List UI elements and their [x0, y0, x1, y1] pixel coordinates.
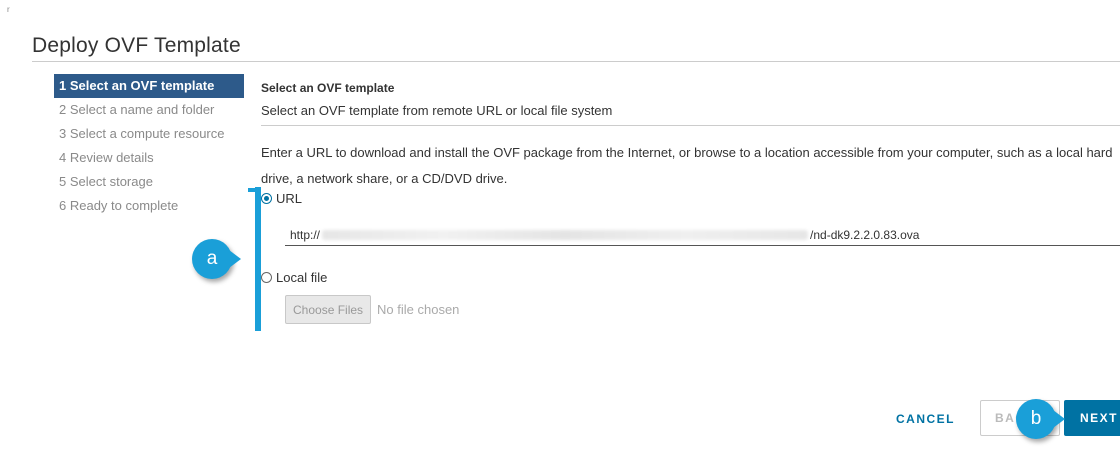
section-title: Select an OVF template — [261, 81, 395, 95]
content-divider — [261, 125, 1120, 126]
title-divider — [32, 61, 1120, 62]
step-content: Select an OVF template Select an OVF tem… — [261, 80, 1120, 324]
callout-b-marker: b — [1016, 399, 1065, 439]
step-ready-to-complete[interactable]: 6 Ready to complete — [54, 194, 244, 218]
url-input[interactable]: http:// /nd-dk9.2.2.0.83.ova — [285, 225, 1120, 246]
wizard-steps: 1 Select an OVF template 2 Select a name… — [54, 74, 244, 218]
url-radio-label: URL — [276, 191, 303, 206]
local-file-option[interactable]: Local file — [261, 270, 327, 285]
step-select-name-folder[interactable]: 2 Select a name and folder — [54, 98, 244, 122]
callout-a-marker: a — [192, 239, 241, 279]
dialog-title: Deploy OVF Template — [32, 34, 241, 57]
url-option[interactable]: URL — [261, 191, 302, 206]
annotation-bracket — [255, 187, 261, 331]
corner-mark: r — [7, 5, 10, 14]
step-select-storage[interactable]: 5 Select storage — [54, 170, 244, 194]
local-file-radio[interactable] — [261, 272, 272, 283]
step-select-compute-resource[interactable]: 3 Select a compute resource — [54, 122, 244, 146]
no-file-chosen-text: No file chosen — [377, 302, 460, 317]
step-review-details[interactable]: 4 Review details — [54, 146, 244, 170]
step-select-ovf-template[interactable]: 1 Select an OVF template — [54, 74, 244, 98]
instructions-text: Enter a URL to download and install the … — [261, 145, 1113, 186]
local-file-label: Local file — [276, 270, 328, 285]
annotation-bracket-tick — [248, 188, 258, 192]
next-button[interactable]: NEXT — [1064, 400, 1120, 436]
file-picker: Choose Files No file chosen — [285, 295, 459, 324]
cancel-button[interactable]: CANCEL — [884, 403, 967, 435]
choose-files-button[interactable]: Choose Files — [285, 295, 372, 324]
url-prefix: http:// — [290, 228, 321, 242]
url-radio[interactable] — [261, 193, 272, 204]
url-suffix: /nd-dk9.2.2.0.83.ova — [810, 228, 920, 242]
url-redacted-segment — [322, 230, 809, 240]
section-subtitle: Select an OVF template from remote URL o… — [261, 103, 613, 118]
